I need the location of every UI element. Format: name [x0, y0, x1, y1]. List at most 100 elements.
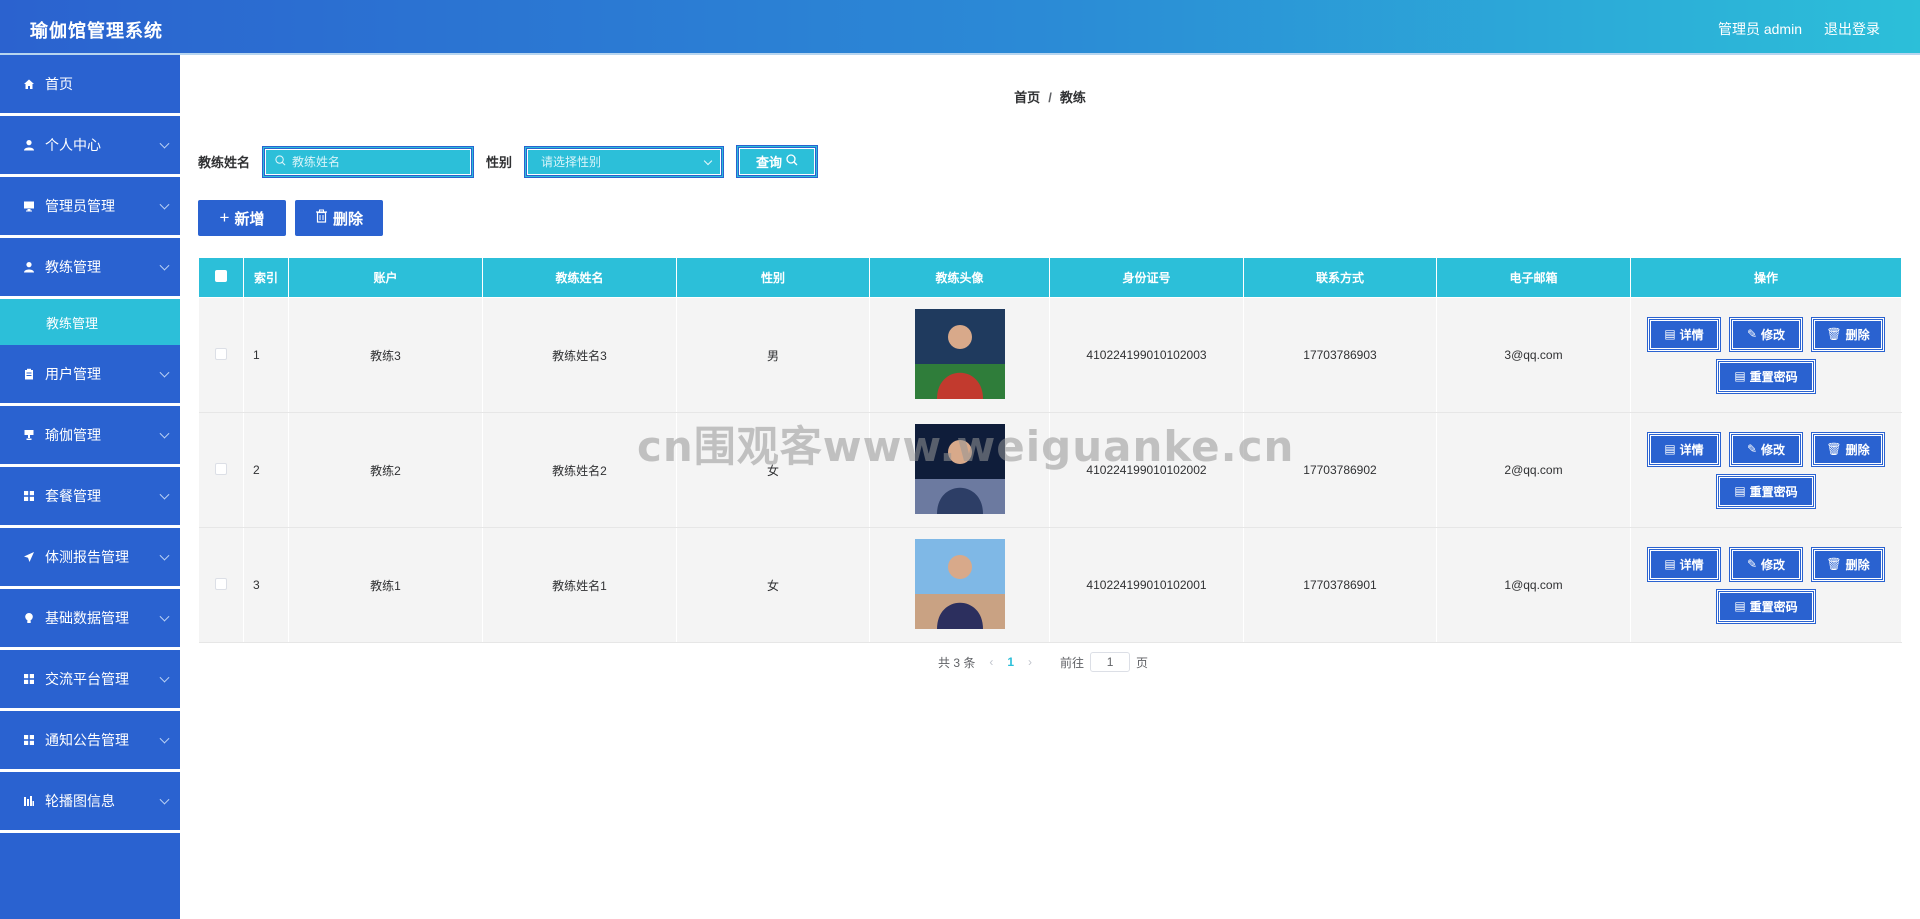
delete-button[interactable]: 删除 — [295, 200, 383, 236]
column-header: 身份证号 — [1049, 257, 1244, 298]
row-select-cell[interactable] — [198, 527, 244, 643]
grid-icon — [22, 489, 36, 503]
row-select-cell[interactable] — [198, 412, 244, 528]
sidebar-item-label: 用户管理 — [45, 366, 101, 382]
add-button[interactable]: + 新增 — [198, 200, 286, 236]
chevron-down-icon — [159, 367, 170, 378]
detail-button[interactable]: ▤ 详情 — [1647, 431, 1721, 467]
table-header-row: 索引 账户 教练姓名 性别 教练头像 身份证号 联系方式 电子邮箱 操作 — [198, 257, 1902, 298]
phone-cell: 17703786902 — [1243, 412, 1437, 528]
document-icon: ▤ — [1734, 599, 1746, 613]
sidebar-item[interactable]: 体测报告管理 — [0, 528, 180, 589]
search-icon — [275, 154, 286, 169]
breadcrumb: 首页 / 教练 — [180, 87, 1920, 106]
sidebar-subitem[interactable]: 教练管理 — [0, 299, 180, 345]
sidebar-item[interactable]: 个人中心 — [0, 116, 180, 177]
select-all-checkbox[interactable] — [215, 270, 227, 282]
sidebar-item[interactable]: 瑜伽管理 — [0, 406, 180, 467]
detail-label: 详情 — [1679, 442, 1704, 457]
chevron-down-icon — [159, 199, 170, 210]
breadcrumb-home[interactable]: 首页 — [1014, 90, 1040, 105]
grid-icon — [22, 672, 36, 686]
document-icon: ▤ — [1664, 557, 1676, 571]
email-cell: 3@qq.com — [1436, 297, 1631, 413]
document-icon: ▤ — [1664, 327, 1676, 341]
reset-password-button[interactable]: ▤ 重置密码 — [1716, 358, 1816, 394]
avatar-cell — [869, 297, 1050, 413]
reset-password-button[interactable]: ▤ 重置密码 — [1716, 473, 1816, 509]
column-header: 电子邮箱 — [1436, 257, 1631, 298]
reset-password-button[interactable]: ▤ 重置密码 — [1716, 588, 1816, 624]
actions-cell: ▤ 详情 ✎ 修改 🗑 删除 ▤ 重置密码 — [1630, 412, 1902, 528]
edit-button[interactable]: ✎ 修改 — [1729, 316, 1803, 352]
sidebar-item[interactable]: 基础数据管理 — [0, 589, 180, 650]
main-content: 首页 / 教练 教练姓名 教练姓名 性别 请选择性别 查询 + 新增 删除 索引… — [180, 57, 1920, 919]
detail-label: 详情 — [1679, 557, 1704, 572]
page-suffix: 页 — [1136, 655, 1149, 670]
sidebar-item[interactable]: 管理员管理 — [0, 177, 180, 238]
row-checkbox[interactable] — [214, 577, 227, 590]
top-bar: 瑜伽馆管理系统 管理员 admin 退出登录 — [0, 0, 1920, 55]
gender-select-placeholder: 请选择性别 — [541, 155, 602, 169]
sidebar-item[interactable]: 轮播图信息 — [0, 772, 180, 833]
row-checkbox[interactable] — [214, 347, 227, 360]
row-actions: ▤ 详情 ✎ 修改 🗑 删除 ▤ 重置密码 — [1646, 316, 1886, 394]
name-search-label: 教练姓名 — [198, 155, 251, 170]
phone-cell: 17703786903 — [1243, 297, 1437, 413]
id-card-cell: 410224199010102002 — [1049, 412, 1244, 528]
gender-label: 性别 — [486, 155, 513, 170]
action-row: + 新增 删除 — [198, 200, 383, 236]
app-title: 瑜伽馆管理系统 — [30, 21, 163, 41]
sidebar-item-label: 个人中心 — [45, 137, 101, 153]
clipboard-icon — [22, 367, 36, 381]
row-select-cell[interactable] — [198, 297, 244, 413]
sidebar-item[interactable]: 交流平台管理 — [0, 650, 180, 711]
delete-label: 删除 — [1845, 442, 1870, 457]
row-delete-button[interactable]: 🗑 删除 — [1811, 431, 1885, 467]
coach-avatar[interactable] — [914, 308, 1005, 399]
account-cell: 教练2 — [288, 412, 483, 528]
next-page-icon[interactable]: › — [1028, 655, 1032, 669]
gender-select[interactable]: 请选择性别 — [524, 145, 725, 178]
sidebar-item[interactable]: 用户管理 — [0, 345, 180, 406]
select-all-header[interactable] — [198, 257, 244, 298]
coach-avatar[interactable] — [914, 538, 1005, 629]
sidebar-item[interactable]: 教练管理 — [0, 238, 180, 299]
prev-page-icon[interactable]: ‹ — [989, 655, 993, 669]
sidebar-item-label: 教练管理 — [45, 259, 101, 275]
edit-button[interactable]: ✎ 修改 — [1729, 431, 1803, 467]
query-button[interactable]: 查询 — [736, 145, 819, 178]
chevron-down-icon — [159, 672, 170, 683]
edit-icon: ✎ — [1746, 442, 1758, 456]
index-cell: 3 — [243, 527, 289, 643]
page-number[interactable]: 1 — [1007, 655, 1014, 669]
goto-page-input[interactable]: 1 — [1090, 652, 1131, 672]
page-jump: 前往 1 页 — [1060, 652, 1148, 672]
chevron-down-icon — [159, 260, 170, 271]
sidebar-item-label: 套餐管理 — [45, 488, 101, 504]
user-label[interactable]: 管理员 admin — [1718, 19, 1802, 39]
row-delete-button[interactable]: 🗑 删除 — [1811, 316, 1885, 352]
column-header: 联系方式 — [1243, 257, 1437, 298]
row-checkbox[interactable] — [214, 462, 227, 475]
sidebar-item[interactable]: 套餐管理 — [0, 467, 180, 528]
send-icon — [22, 550, 36, 564]
chevron-down-icon — [159, 489, 170, 500]
plus-icon: + — [219, 208, 230, 227]
column-header: 教练头像 — [869, 257, 1050, 298]
name-search-input[interactable]: 教练姓名 — [262, 145, 475, 178]
detail-button[interactable]: ▤ 详情 — [1647, 546, 1721, 582]
sidebar-item[interactable]: 通知公告管理 — [0, 711, 180, 772]
sidebar-item[interactable]: 首页 — [0, 55, 180, 116]
user-icon — [22, 138, 36, 152]
reset-password-label: 重置密码 — [1749, 369, 1798, 384]
coach-name-cell: 教练姓名1 — [482, 527, 677, 643]
detail-button[interactable]: ▤ 详情 — [1647, 316, 1721, 352]
chevron-down-icon — [703, 156, 713, 165]
coach-avatar[interactable] — [914, 423, 1005, 514]
edit-button[interactable]: ✎ 修改 — [1729, 546, 1803, 582]
search-row: 教练姓名 教练姓名 性别 请选择性别 查询 — [198, 145, 819, 178]
row-delete-button[interactable]: 🗑 删除 — [1811, 546, 1885, 582]
account-cell: 教练1 — [288, 527, 483, 643]
logout-link[interactable]: 退出登录 — [1824, 19, 1880, 39]
